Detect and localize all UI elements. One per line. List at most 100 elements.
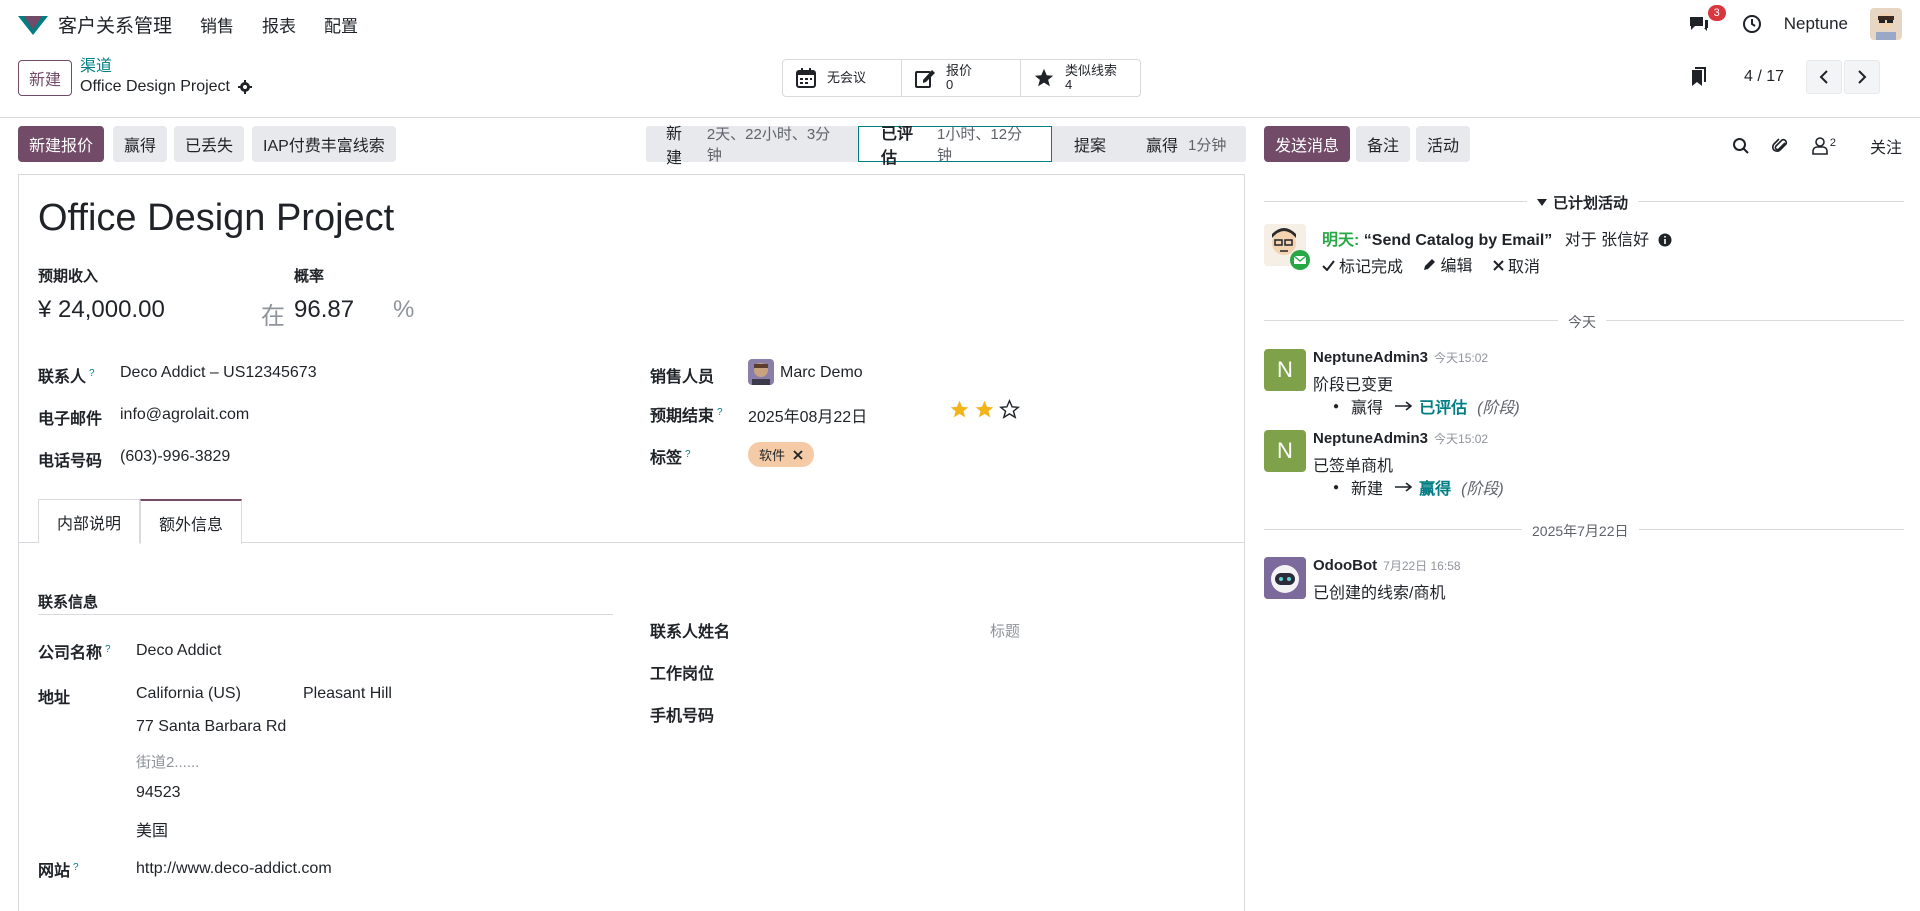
send-message-button[interactable]: 发送消息 [1264,126,1351,162]
log-note-button[interactable]: 备注 [1356,126,1411,162]
pager-previous-button[interactable] [1806,60,1842,94]
follow-button[interactable]: 关注 [1870,134,1902,158]
tab-extra-info[interactable]: 额外信息 [140,499,242,544]
mark-done-link[interactable]: 标记完成 [1322,253,1403,277]
message-author: NeptuneAdmin3 今天15:02 [1313,430,1488,447]
messages-button[interactable]: 3 [1688,5,1726,36]
chat-icon [1689,17,1708,31]
address-street[interactable]: 77 Santa Barbara Rd [136,718,286,736]
planned-activities-toggle[interactable]: 已计划活动 [1527,192,1639,213]
tracking-field-name: (阶段) [1461,481,1504,498]
pencil-icon [1424,258,1436,270]
company-value[interactable]: Deco Addict [136,642,221,660]
tags-help[interactable]: ? [685,449,691,460]
stage-won[interactable]: 赢得 1分钟 [1124,126,1246,162]
tab-extra-info-label: 额外信息 [159,516,224,534]
menu-sales[interactable]: 销售 [200,12,234,37]
probability-label: 概率 [294,268,325,285]
message-avatar[interactable]: N [1264,430,1306,472]
edit-activity-link[interactable]: 编辑 [1423,252,1472,276]
app-title[interactable]: 客户关系管理 [58,11,172,38]
address-street2[interactable]: 街道2...... [136,751,199,772]
won-button[interactable]: 赢得 [113,126,168,162]
odoobot-avatar[interactable] [1264,557,1306,599]
user-name[interactable]: Neptune [1784,14,1848,34]
percent-sign: % [393,296,415,323]
contact-help[interactable]: ? [89,368,95,379]
followers-button[interactable]: 2 [1812,137,1836,155]
stage-new[interactable]: 新建 2天、22小时、3分钟 [646,126,858,167]
search-icon[interactable] [1732,137,1750,155]
activity-button[interactable]: 活动 [1416,126,1471,162]
gear-icon[interactable] [238,80,252,94]
menu-reports[interactable]: 报表 [262,12,296,37]
stage-qualified[interactable]: 已评估 1小时、12分钟 [858,126,1052,167]
tracking-old-value: 新建 [1351,481,1384,498]
paperclip-icon[interactable] [1771,137,1790,155]
user-avatar[interactable] [1870,8,1902,40]
contact-value[interactable]: Deco Addict – US12345673 [120,364,317,382]
message-author-name[interactable]: NeptuneAdmin3 [1313,430,1428,447]
menu-config[interactable]: 配置 [324,12,358,37]
phone-value[interactable]: (603)-996-3829 [120,448,230,466]
info-icon[interactable] [1658,233,1672,247]
message-author: OdooBot 7月22日 16:58 [1313,557,1461,574]
user-icon [1812,137,1828,155]
company-help[interactable]: ? [105,644,111,655]
tracking-field-name: (阶段) [1477,400,1520,417]
app-logo-icon[interactable] [18,13,48,35]
salesperson-value[interactable]: Marc Demo [780,364,863,382]
address-zip[interactable]: 94523 [136,784,181,802]
address-city[interactable]: Pleasant Hill [303,685,392,703]
email-label: 电子邮件 [38,411,103,428]
bookmark-icon[interactable] [1690,67,1706,87]
message-author-name[interactable]: NeptuneAdmin3 [1313,349,1428,366]
lost-button[interactable]: 已丢失 [174,126,245,162]
email-activity-icon [1290,250,1310,270]
cancel-activity-link[interactable]: 取消 [1493,253,1540,277]
tracking-value: ● 赢得 已评估 (阶段) [1333,394,1520,418]
opportunity-title[interactable]: Office Design Project [38,197,394,240]
enrich-button[interactable]: IAP付费丰富线索 [252,126,396,162]
activity-summary: “Send Catalog by Email” [1363,232,1553,249]
activity-assignee: 对于 张信好 [1564,232,1650,249]
priority-star-3-icon[interactable] [999,399,1020,420]
priority-star-2-icon[interactable] [974,399,995,420]
new-quotation-button[interactable]: 新建报价 [18,126,105,162]
meetings-label: 无会议 [827,70,867,85]
tab-internal-notes[interactable]: 内部说明 [38,499,140,543]
message-time: 今天15:02 [1434,351,1489,365]
salesperson-avatar [748,359,774,385]
pager-value[interactable]: 4 / 17 [1744,68,1784,86]
priority-star-1-icon[interactable] [949,399,970,420]
clock-icon[interactable] [1742,14,1762,34]
stage-proposition[interactable]: 提案 [1052,126,1124,162]
contact-label-text: 联系人 [38,369,87,386]
new-record-button[interactable]: 新建 [18,60,73,96]
quotations-smart-button[interactable]: 报价 0 [902,60,1021,96]
chevron-left-icon [1819,70,1828,84]
meetings-smart-button[interactable]: 无会议 [783,60,902,96]
similar-leads-smart-button[interactable]: 类似线索 4 [1021,60,1140,96]
message-avatar[interactable]: N [1264,349,1306,391]
contact-title-field[interactable]: 标题 [990,620,1020,641]
probability-value[interactable]: 96.87 [294,296,354,324]
address-country[interactable]: 美国 [136,817,168,841]
pager-next-button[interactable] [1844,60,1880,94]
message-author-name[interactable]: OdooBot [1313,557,1377,574]
website-value[interactable]: http://www.deco-addict.com [136,860,332,878]
address-state[interactable]: California (US) [136,685,241,703]
website-help[interactable]: ? [73,862,79,873]
expected-closing-help[interactable]: ? [717,407,723,418]
tag-remove-icon[interactable] [793,449,803,460]
expected-revenue-value[interactable]: ¥ 24,000.00 [38,296,165,324]
contact-label: 联系人? [38,363,95,387]
breadcrumb-parent-link[interactable]: 渠道 [80,58,252,76]
breadcrumb-current-label: Office Design Project [80,78,230,95]
message-body: 已签单商机 [1313,458,1394,475]
website-label-text: 网站 [38,863,71,880]
expected-closing-value[interactable]: 2025年08月22日 [748,403,867,427]
email-value[interactable]: info@agrolait.com [120,406,249,424]
arrow-right-icon [1395,401,1413,411]
mobile-label: 手机号码 [650,708,715,725]
